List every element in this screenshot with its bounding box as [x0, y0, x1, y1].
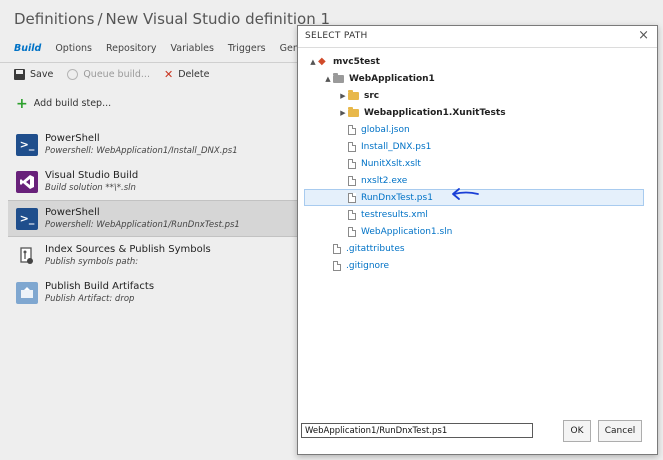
tab-build[interactable]: Build: [14, 43, 41, 54]
tree-node[interactable]: NunitXslt.xslt: [298, 155, 657, 172]
tree-node[interactable]: ▶ src: [298, 87, 657, 104]
queue-build-button[interactable]: Queue build...: [67, 68, 150, 81]
folder-icon: [348, 106, 359, 117]
step-name: Visual Studio Build: [45, 170, 139, 181]
tab-variables[interactable]: Variables: [171, 43, 214, 54]
tree-node[interactable]: ▶ Webapplication1.XunitTests: [298, 104, 657, 121]
annotation-arrow-icon: [452, 188, 479, 200]
ok-button[interactable]: OK: [563, 420, 591, 442]
tree-node-label: .gitignore: [346, 260, 390, 271]
tabs-divider: [0, 62, 300, 63]
queue-label: Queue build...: [83, 69, 150, 80]
path-input[interactable]: [301, 423, 533, 438]
step-name: Index Sources & Publish Symbols: [45, 244, 211, 255]
file-icon: [348, 209, 356, 220]
tree-node-label: src: [364, 90, 380, 101]
index-sources-icon: [16, 245, 38, 267]
select-path-dialog: SELECT PATH × ▲ ◆ mvc5test ▲ WebApplication1…: [297, 25, 658, 455]
step-description: Powershell: WebApplication1/Install_DNX.…: [45, 146, 238, 156]
tab-triggers[interactable]: Triggers: [228, 43, 266, 54]
step-description: Build solution **\*.sln: [45, 183, 136, 193]
visual-studio-icon: [16, 170, 38, 193]
dialog-header-divider: [298, 47, 657, 48]
file-icon: [348, 175, 356, 186]
path-tree: ▲ ◆ mvc5test ▲ WebApplication1 ▶ src ▶ Webapplic…: [298, 53, 657, 274]
build-step[interactable]: Publish Build Artifacts Publish Artifact…: [8, 274, 300, 311]
close-icon[interactable]: ×: [638, 28, 649, 43]
step-name: Publish Build Artifacts: [45, 281, 155, 292]
add-build-step-label: Add build step...: [33, 98, 112, 109]
tree-node-label: Install_DNX.ps1: [361, 141, 432, 152]
tree-node-label: testresults.xml: [361, 209, 428, 220]
tab-repository[interactable]: Repository: [106, 43, 157, 54]
file-icon: [333, 260, 341, 271]
tab-options[interactable]: Options: [55, 43, 92, 54]
collapsed-arrow-icon[interactable]: ▶: [338, 109, 348, 117]
step-name: PowerShell: [45, 133, 100, 144]
cancel-button[interactable]: Cancel: [598, 420, 642, 442]
tree-node-label: NunitXslt.xslt: [361, 158, 421, 169]
tree-node-label: WebApplication1: [349, 73, 435, 84]
tree-node[interactable]: global.json: [298, 121, 657, 138]
delete-icon: ✕: [163, 68, 174, 81]
tree-node-label: mvc5test: [333, 56, 380, 67]
tree-node[interactable]: ▲ WebApplication1: [298, 70, 657, 87]
tree-node-label: Webapplication1.XunitTests: [364, 107, 506, 118]
tree-node-label: RunDnxTest.ps1: [361, 192, 433, 203]
step-description: Powershell: WebApplication1/RunDnxTest.p…: [45, 220, 240, 230]
file-icon: [348, 192, 356, 203]
publish-artifacts-icon: [16, 281, 38, 304]
step-name: PowerShell: [45, 207, 100, 218]
expanded-arrow-icon[interactable]: ▲: [308, 58, 318, 66]
file-icon: [348, 124, 356, 135]
build-step[interactable]: >_ PowerShell Powershell: WebApplication…: [8, 126, 300, 163]
save-label: Save: [30, 69, 54, 80]
tree-node-label: nxslt2.exe: [361, 175, 408, 186]
build-step[interactable]: Index Sources & Publish Symbols Publish …: [8, 237, 300, 274]
tree-node[interactable]: .gitattributes: [298, 240, 657, 257]
folder-open-icon: [333, 72, 344, 83]
build-step[interactable]: Visual Studio Build Build solution **\*.…: [8, 163, 300, 200]
delete-button[interactable]: ✕ Delete: [164, 68, 209, 81]
step-description: Publish symbols path:: [45, 257, 139, 267]
folder-icon: [348, 89, 359, 100]
file-icon: [348, 141, 356, 152]
delete-label: Delete: [178, 69, 210, 80]
save-icon: [14, 69, 25, 80]
tree-node[interactable]: WebApplication1.sln: [298, 223, 657, 240]
tree-node[interactable]: testresults.xml: [298, 206, 657, 223]
page-title: Definitions / New Visual Studio definition…: [14, 10, 330, 28]
step-description: Publish Artifact: drop: [45, 294, 135, 304]
git-repo-icon: ◆: [318, 55, 326, 67]
file-icon: [348, 226, 356, 237]
plus-icon: +: [16, 95, 28, 112]
file-icon: [348, 158, 356, 169]
save-button[interactable]: Save: [14, 68, 53, 81]
tree-node-label: global.json: [361, 124, 410, 135]
tree-node-label: WebApplication1.sln: [361, 226, 453, 237]
powershell-icon: >_: [16, 133, 38, 156]
collapsed-arrow-icon[interactable]: ▶: [338, 92, 348, 100]
add-build-step-button[interactable]: + Add build step...: [16, 95, 112, 112]
tree-node[interactable]: Install_DNX.ps1: [298, 138, 657, 155]
tree-node-label: .gitattributes: [346, 243, 405, 254]
definition-tabs: Build Options Repository Variables Trigg…: [14, 43, 343, 54]
dialog-title: SELECT PATH: [305, 31, 368, 41]
tree-node[interactable]: ▲ ◆ mvc5test: [298, 53, 657, 70]
file-icon: [333, 243, 341, 254]
breadcrumb-separator: /: [97, 10, 103, 28]
queue-icon: [67, 69, 79, 80]
breadcrumb-definitions[interactable]: Definitions: [14, 10, 94, 28]
expanded-arrow-icon[interactable]: ▲: [323, 75, 333, 83]
powershell-icon: >_: [16, 207, 38, 230]
build-steps-list: >_ PowerShell Powershell: WebApplication…: [8, 126, 300, 311]
build-step-selected[interactable]: >_ PowerShell Powershell: WebApplication…: [8, 200, 300, 237]
toolbar: Save Queue build... ✕ Delete: [14, 68, 209, 81]
tree-node[interactable]: .gitignore: [298, 257, 657, 274]
